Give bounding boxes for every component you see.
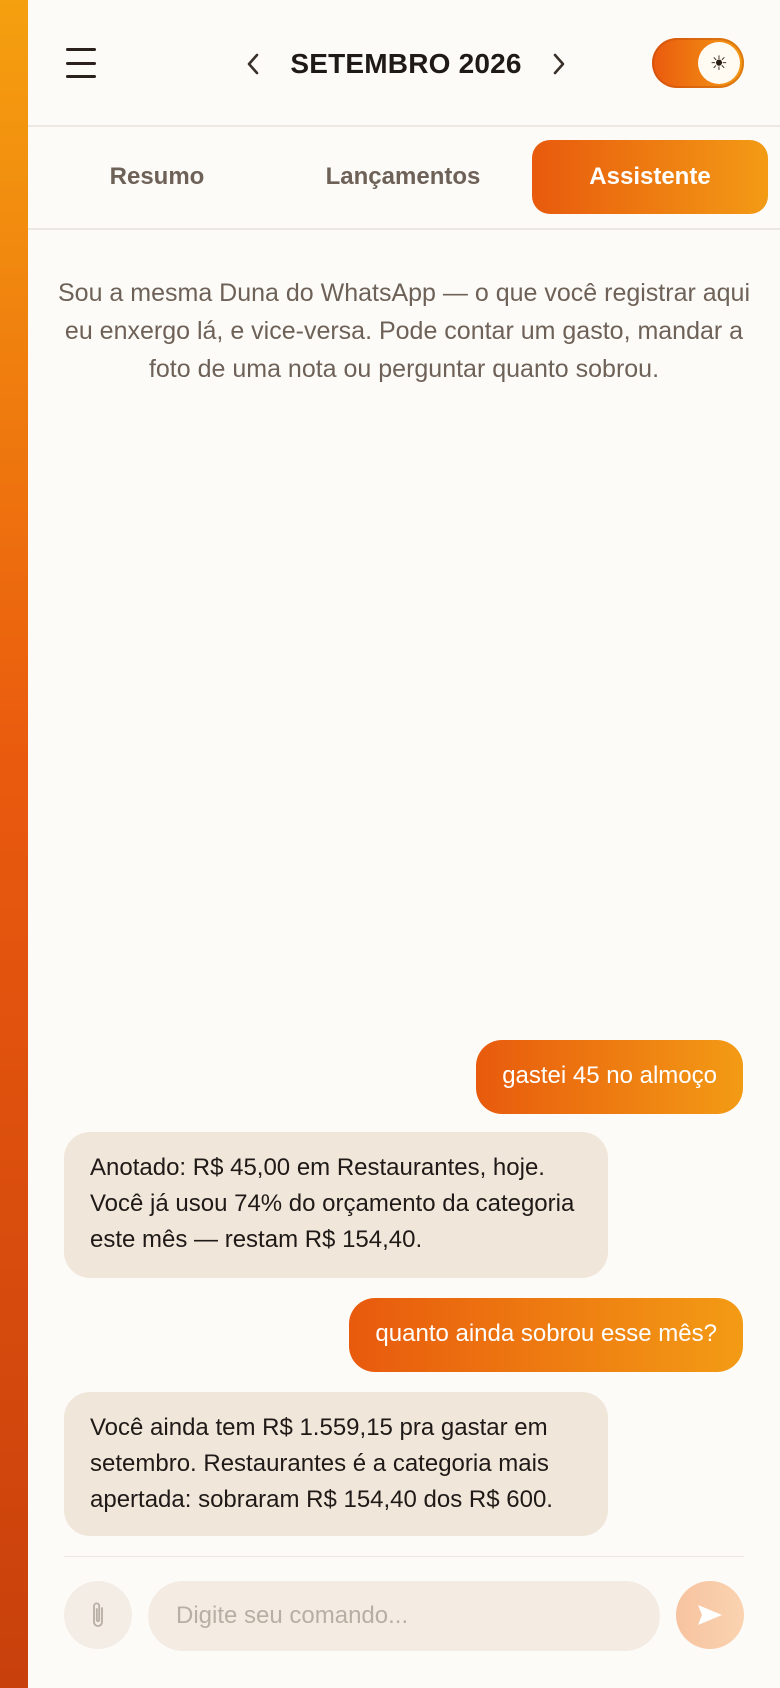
assistant-message: Anotado: R$ 45,00 em Restaurantes, hoje.…	[64, 1132, 608, 1278]
send-icon	[698, 1605, 722, 1625]
user-message: gastei 45 no almoço	[476, 1040, 743, 1114]
assistant-message: Você ainda tem R$ 1.559,15 pra gastar em…	[64, 1392, 608, 1536]
chevron-left-icon[interactable]	[238, 44, 268, 84]
month-navigator: SETEMBRO 2026	[238, 40, 574, 88]
theme-toggle[interactable]: ☀	[652, 38, 744, 88]
header: SETEMBRO 2026 ☀	[28, 0, 780, 127]
send-button[interactable]	[676, 1581, 744, 1649]
paperclip-icon	[93, 1602, 103, 1627]
tab-bar: Resumo Lançamentos Assistente	[28, 129, 780, 230]
assistant-intro-text: Sou a mesma Duna do WhatsApp — o que voc…	[57, 279, 751, 383]
tab-lancamentos[interactable]: Lançamentos	[286, 140, 520, 214]
side-accent-stripe	[0, 0, 28, 1688]
attach-button[interactable]	[64, 1581, 132, 1649]
command-input[interactable]	[148, 1581, 660, 1651]
month-title: SETEMBRO 2026	[290, 48, 522, 79]
command-input-wrapper	[148, 1581, 660, 1651]
menu-icon[interactable]	[66, 48, 100, 78]
user-message: quanto ainda sobrou esse mês?	[349, 1298, 743, 1372]
message-composer	[64, 1556, 744, 1688]
sun-icon: ☀	[698, 42, 740, 84]
chevron-right-icon[interactable]	[544, 44, 574, 84]
app-container: SETEMBRO 2026 ☀ Resumo Lançamentos Assis…	[28, 0, 780, 1688]
tab-assistente[interactable]: Assistente	[532, 140, 768, 214]
tab-resumo[interactable]: Resumo	[40, 140, 274, 214]
